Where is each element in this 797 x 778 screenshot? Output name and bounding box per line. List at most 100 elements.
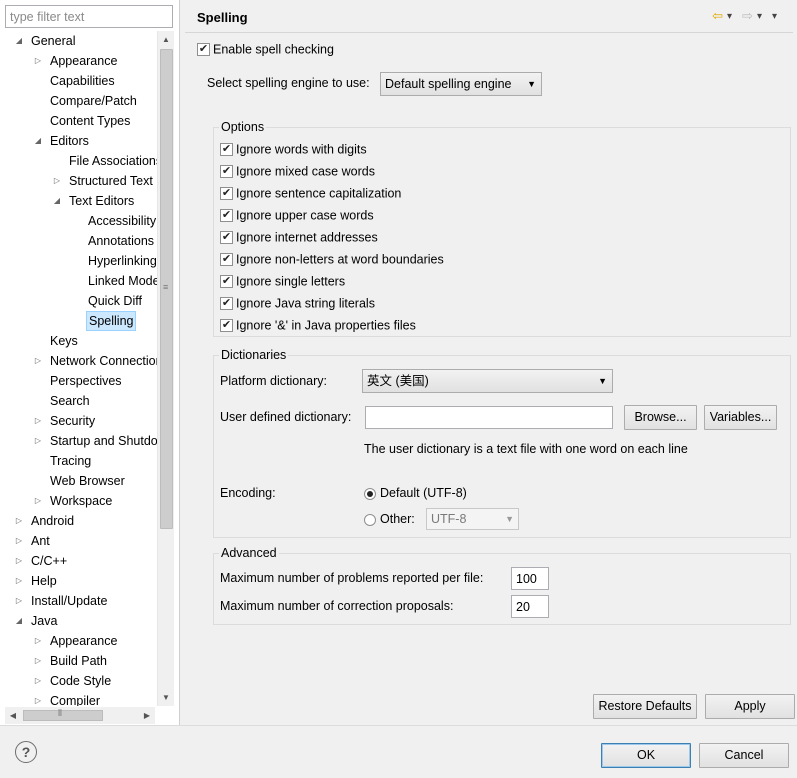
tree-collapsed-icon[interactable]: ▷ (33, 691, 43, 706)
tree-collapsed-icon[interactable]: ▷ (33, 431, 43, 451)
option-checkbox[interactable]: ✔ Ignore internet addresses (220, 227, 378, 247)
checkbox-checked-icon[interactable]: ✔ (220, 231, 233, 245)
tree-item-label: Compare/Patch (50, 94, 137, 108)
tree-item-label: Annotations (88, 234, 155, 248)
tree-item-label: Web Browser (50, 474, 125, 488)
encoding-default-radio[interactable]: Default (UTF-8) (364, 486, 467, 500)
tree-expanded-icon[interactable]: ◢ (33, 131, 43, 151)
checkbox-checked-icon[interactable]: ✔ (220, 187, 233, 201)
tree-collapsed-icon[interactable]: ▷ (14, 591, 24, 611)
tree-collapsed-icon[interactable]: ▷ (14, 531, 24, 551)
scroll-up-arrow-icon[interactable]: ▲ (158, 31, 174, 48)
option-label: Ignore non-letters at word boundaries (236, 252, 444, 267)
chevron-down-icon: ▼ (598, 376, 607, 386)
tree-item-label: Hyperlinking (88, 254, 157, 268)
option-label: Ignore sentence capitalization (236, 186, 402, 201)
apply-button[interactable]: Apply (705, 694, 795, 719)
back-arrow-icon[interactable]: ⇦ (712, 8, 723, 24)
cancel-button[interactable]: Cancel (699, 743, 789, 768)
tree-item-label: Security (50, 414, 96, 428)
tree-collapsed-icon[interactable]: ▷ (33, 631, 43, 651)
forward-dropdown-icon[interactable]: ▾ (757, 11, 762, 22)
back-dropdown-icon[interactable]: ▾ (727, 11, 732, 22)
platform-dictionary-select[interactable]: 英文 (美国) ▼ (362, 369, 613, 393)
scroll-left-arrow-icon[interactable]: ◀ (5, 707, 21, 724)
max-problems-input[interactable] (511, 567, 549, 590)
tree-collapsed-icon[interactable]: ▷ (33, 411, 43, 431)
tree-item-label: Tracing (50, 454, 92, 468)
restore-defaults-button[interactable]: Restore Defaults (593, 694, 697, 719)
chevron-down-icon: ▼ (527, 79, 536, 89)
scroll-right-arrow-icon[interactable]: ▶ (139, 707, 155, 724)
dictionaries-group-title: Dictionaries (219, 348, 289, 362)
tree-item-label: Build Path (50, 654, 107, 668)
option-label: Ignore mixed case words (236, 164, 375, 179)
option-checkbox[interactable]: ✔ Ignore Java string literals (220, 293, 375, 313)
chevron-down-icon: ▼ (505, 514, 514, 524)
tree-item-label: Startup and Shutdown (50, 434, 157, 448)
tree-collapsed-icon[interactable]: ▷ (14, 551, 24, 571)
max-proposals-input[interactable] (511, 595, 549, 618)
platform-dictionary-label: Platform dictionary: (220, 374, 327, 388)
grip-icon: ⦀ (58, 708, 62, 718)
tree-expanded-icon[interactable]: ◢ (14, 611, 24, 631)
hscroll-thumb[interactable]: ⦀ (23, 708, 103, 721)
checkbox-checked-icon[interactable]: ✔ (220, 275, 233, 289)
checkbox-checked-icon[interactable]: ✔ (220, 297, 233, 311)
tree-item-label: Perspectives (50, 374, 122, 388)
spelling-engine-select[interactable]: Default spelling engine ▼ (380, 72, 542, 96)
tree-collapsed-icon[interactable]: ▷ (33, 491, 43, 511)
tree-expanded-icon[interactable]: ◢ (52, 191, 62, 211)
help-icon[interactable]: ? (15, 741, 37, 763)
scroll-thumb[interactable]: ≡ (160, 49, 173, 529)
option-checkbox[interactable]: ✔ Ignore single letters (220, 271, 345, 291)
radio-unselected-icon[interactable] (364, 513, 376, 526)
filter-input[interactable] (5, 5, 173, 28)
tree-collapsed-icon[interactable]: ▷ (14, 571, 24, 591)
user-dictionary-input[interactable] (365, 406, 613, 429)
option-checkbox[interactable]: ✔ Ignore mixed case words (220, 161, 375, 181)
checkbox-checked-icon[interactable]: ✔ (220, 143, 233, 157)
tree-collapsed-icon[interactable]: ▷ (33, 51, 43, 71)
option-checkbox[interactable]: ✔ Ignore non-letters at word boundaries (220, 249, 444, 269)
tree-item-label: Android (31, 514, 75, 528)
checkbox-checked-icon[interactable]: ✔ (197, 43, 210, 57)
tree-item-label: Linked Mode (88, 274, 157, 288)
tree-collapsed-icon[interactable]: ▷ (52, 171, 62, 191)
tree-expanded-icon[interactable]: ◢ (14, 31, 24, 51)
scroll-down-arrow-icon[interactable]: ▼ (158, 689, 174, 706)
option-checkbox[interactable]: ✔ Ignore words with digits (220, 139, 367, 159)
view-menu-icon[interactable]: ▾ (772, 11, 777, 22)
forward-arrow-icon[interactable]: ⇨ (742, 8, 753, 24)
tree-collapsed-icon[interactable]: ▷ (33, 351, 43, 371)
tree-collapsed-icon[interactable]: ▷ (33, 671, 43, 691)
tree-collapsed-icon[interactable]: ▷ (33, 651, 43, 671)
option-label: Ignore '&' in Java properties files (236, 318, 416, 333)
tree-vertical-scrollbar[interactable]: ▲ ≡ ▼ (157, 31, 174, 706)
option-checkbox[interactable]: ✔ Ignore upper case words (220, 205, 374, 225)
option-checkbox[interactable]: ✔ Ignore sentence capitalization (220, 183, 401, 203)
tree-item-label: Quick Diff (88, 294, 142, 308)
tree-collapsed-icon[interactable]: ▷ (14, 511, 24, 531)
browse-button[interactable]: Browse... (624, 405, 697, 430)
variables-button[interactable]: Variables... (704, 405, 777, 430)
checkbox-checked-icon[interactable]: ✔ (220, 165, 233, 179)
tree-item-label: Ant (31, 534, 50, 548)
checkbox-checked-icon[interactable]: ✔ (220, 253, 233, 267)
tree-item-label: Capabilities (50, 74, 115, 88)
radio-selected-icon[interactable] (364, 487, 376, 500)
checkbox-checked-icon[interactable]: ✔ (220, 319, 233, 333)
checkbox-checked-icon[interactable]: ✔ (220, 209, 233, 223)
enable-spell-checking[interactable]: ✔ Enable spell checking (197, 39, 334, 59)
ok-button[interactable]: OK (601, 743, 691, 768)
encoding-other-combo[interactable]: UTF-8 ▼ (426, 508, 519, 530)
preference-tree: ◢ General ▷ Appearance Capabilities Compare/P… (0, 31, 157, 706)
history-navigation: ⇦ ▾ ⇨ ▾ ▾ (712, 8, 777, 24)
tree-item-label: Appearance (50, 634, 118, 648)
tree-horizontal-scrollbar[interactable]: ◀ ⦀ ▶ (5, 707, 155, 724)
option-label: Ignore single letters (236, 274, 346, 289)
encoding-other-radio[interactable]: Other: (364, 512, 415, 526)
spelling-page: Spelling ⇦ ▾ ⇨ ▾ ▾ ✔ Enable spell checkin… (181, 0, 797, 725)
option-checkbox[interactable]: ✔ Ignore '&' in Java properties files (220, 315, 416, 335)
engine-label: Select spelling engine to use: (207, 76, 370, 90)
